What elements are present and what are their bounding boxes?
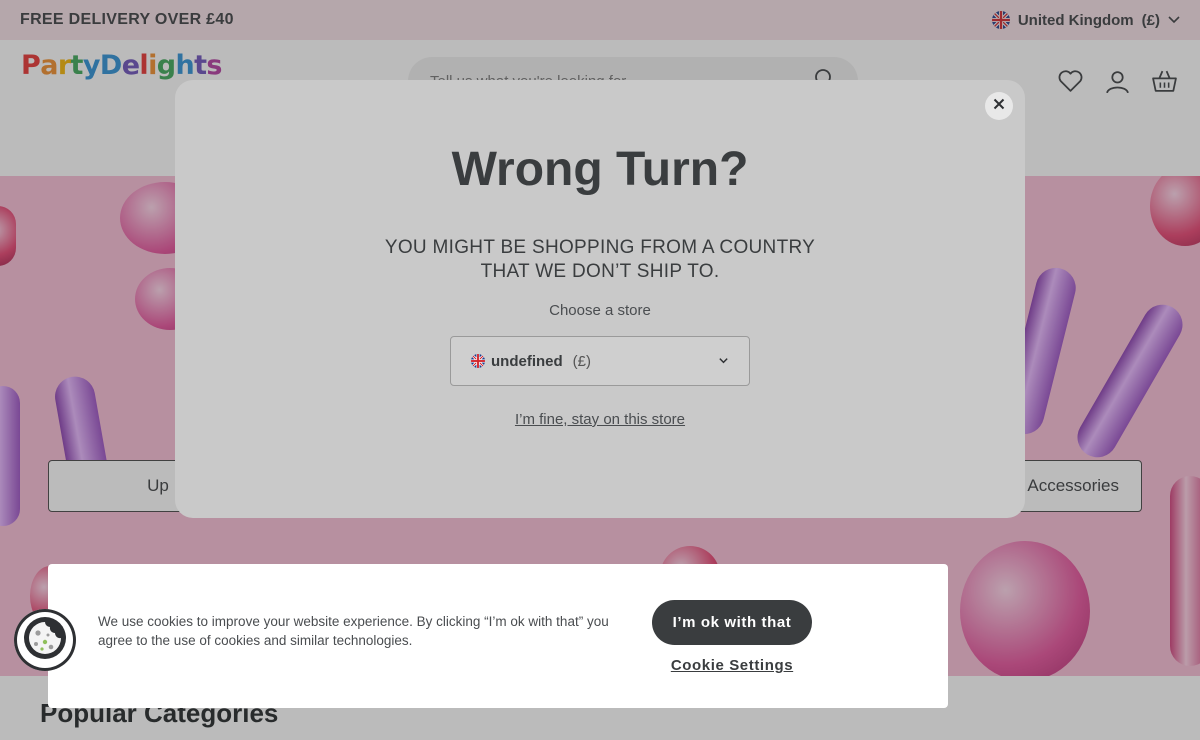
modal-message: YOU MIGHT BE SHOPPING FROM A COUNTRY THA…	[175, 236, 1025, 284]
cookie-preferences-button[interactable]	[14, 609, 76, 671]
cookie-banner: We use cookies to improve your website e…	[48, 564, 948, 708]
choose-store-label: Choose a store	[549, 302, 651, 319]
accept-cookies-button[interactable]: I’m ok with that	[652, 600, 812, 645]
cookie-settings-link[interactable]: Cookie Settings	[652, 657, 812, 674]
cookie-text: We use cookies to improve your website e…	[98, 614, 609, 648]
modal-message-line: THAT WE DON’T SHIP TO.	[480, 261, 720, 282]
stay-on-store-link[interactable]: I’m fine, stay on this store	[175, 411, 1025, 428]
modal-title: Wrong Turn?	[451, 143, 749, 196]
store-currency: (£)	[572, 352, 592, 370]
close-icon	[993, 97, 1005, 115]
close-button[interactable]	[985, 92, 1013, 120]
store-name: undefined	[491, 352, 563, 370]
chevron-down-icon	[718, 353, 729, 370]
modal-message-line: YOU MIGHT BE SHOPPING FROM A COUNTRY	[384, 237, 816, 258]
wrong-country-modal: Wrong Turn? YOU MIGHT BE SHOPPING FROM A…	[175, 80, 1025, 518]
uk-flag-icon	[471, 354, 485, 368]
store-select[interactable]: undefined (£)	[450, 336, 750, 386]
cookie-icon	[23, 616, 67, 665]
